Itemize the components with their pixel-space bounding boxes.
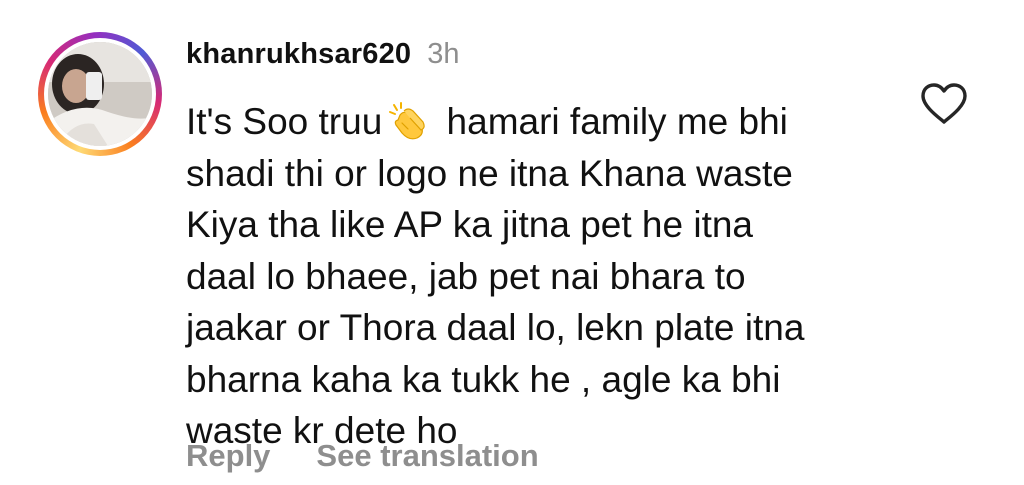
avatar-story-ring[interactable]	[38, 32, 162, 156]
comment-actions: Reply See translation	[186, 438, 539, 474]
avatar-ring-gap	[44, 38, 156, 150]
timestamp: 3h	[427, 38, 460, 70]
heart-outline-icon[interactable]	[919, 82, 969, 126]
avatar[interactable]	[48, 42, 152, 146]
avatar-image	[48, 42, 152, 146]
reply-button[interactable]: Reply	[186, 438, 270, 474]
clapping-hands-emoji	[388, 101, 428, 141]
comment-text-rest: hamari family me bhi shadi thi or logo n…	[186, 101, 805, 451]
comment-body: It's Soo truu hamari family me bhi shadi…	[186, 96, 886, 457]
comment-header: khanrukhsar620 3h	[186, 38, 460, 71]
see-translation-button[interactable]: See translation	[316, 438, 538, 474]
username[interactable]: khanrukhsar620	[186, 38, 411, 71]
comment-text-start: It's Soo truu	[186, 101, 383, 142]
